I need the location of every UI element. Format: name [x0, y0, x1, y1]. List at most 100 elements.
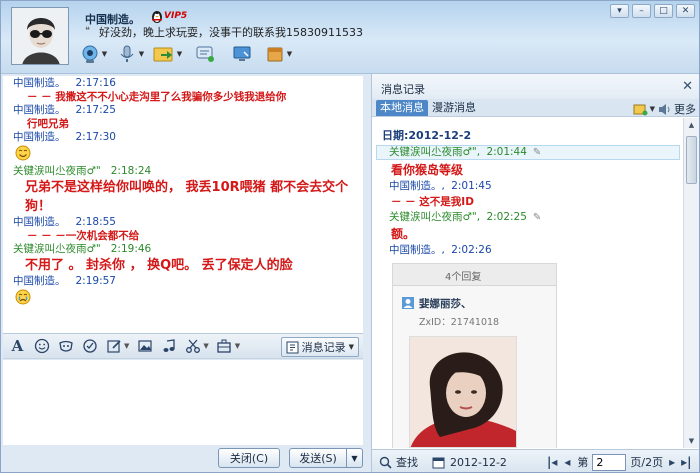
scroll-up-icon[interactable]: ▲ [684, 118, 699, 132]
dropdown-arrow-icon[interactable]: ▼ [235, 342, 240, 350]
message-sender[interactable]: 中国制造。 [13, 131, 66, 143]
scroll-down-icon[interactable]: ▼ [684, 434, 699, 448]
message-body: 行吧兄弟 [27, 118, 69, 130]
message-body: － － 我撒这不不小心走沟里了么我骗你多少钱我退给你 [27, 91, 287, 103]
send-options-button[interactable]: ▼ [346, 448, 363, 468]
message-body [13, 144, 357, 165]
send-bar: 关闭(C) 发送(S) ▼ [3, 445, 369, 472]
history-record-header[interactable]: 关键涙叫尐夜雨♂", 2:02:25 ✎ [372, 211, 682, 224]
message-header: 中国制造。 2:17:30 [13, 131, 357, 144]
shared-card[interactable]: 4个回复 婓娜丽莎、 ZxID：21741018 [392, 263, 557, 448]
close-history-icon[interactable]: ✕ [682, 79, 693, 94]
video-call-button[interactable]: ▼ [77, 42, 110, 66]
voice-call-button[interactable]: ▼ [114, 42, 147, 66]
message-sender[interactable]: 关键涙叫尐夜雨♂" [13, 243, 101, 255]
shake-icon [82, 339, 97, 353]
last-page-icon[interactable]: ▸| [681, 455, 691, 469]
history-record-list: 关键涙叫尐夜雨♂", 2:01:44 ✎ 看你猴岛等级 中国制造。, 2:01:45 －… [372, 145, 682, 257]
history-record-header[interactable]: 关键涙叫尐夜雨♂", 2:01:44 ✎ [376, 145, 680, 160]
page-prefix: 第 [577, 456, 589, 469]
group-chat-button[interactable] [188, 42, 221, 66]
history-scrollbar-thumb[interactable] [686, 136, 697, 184]
dropdown-arrow-icon[interactable]: ▼ [102, 50, 107, 58]
page-number-input[interactable] [592, 453, 627, 471]
dropdown-arrow-icon[interactable]: ▼ [287, 50, 292, 58]
history-title: 消息记录 [372, 74, 699, 99]
font-icon: A [11, 337, 24, 355]
search-button[interactable]: 查找 [396, 454, 418, 470]
record-sender: 关键涙叫尐夜雨♂" [389, 211, 477, 223]
edit-note-icon[interactable]: ✎ [533, 147, 541, 158]
date-selector[interactable]: 2012-12-2 [450, 456, 507, 469]
message-header: 中国制造。 2:18:55 [13, 216, 357, 229]
message-display[interactable]: 中国制造。 2:17:16 － － 我撒这不不小心走沟里了么我骗你多少钱我退给你 中国… [3, 76, 363, 333]
shake-window-button[interactable] [81, 338, 98, 355]
calendar-icon[interactable] [432, 456, 445, 469]
record-sender: 中国制造。 [389, 180, 442, 192]
dropdown-arrow-icon[interactable]: ▼ [177, 50, 182, 58]
dropdown-arrow-icon[interactable]: ▼ [650, 105, 655, 113]
apps-button[interactable]: ▼ [262, 42, 295, 66]
status-message: 好没劲，晚上求玩耍，没事干的联系我15830911533 [99, 26, 363, 39]
minimize-button[interactable]: – [632, 4, 651, 18]
maximize-button[interactable]: □ [654, 4, 673, 18]
close-button[interactable]: 关闭(C) [218, 448, 280, 468]
more-link[interactable]: 更多 [674, 101, 696, 117]
dropdown-arrow-icon[interactable]: ▼ [139, 50, 144, 58]
message-time: 2:17:25 [75, 104, 116, 116]
first-page-icon[interactable]: |◂ [547, 455, 557, 469]
music-button[interactable] [160, 338, 177, 355]
magic-emoticon-button[interactable] [57, 338, 74, 355]
settings-menu-button[interactable]: ▾ [610, 4, 629, 18]
send-image-button[interactable] [136, 338, 153, 355]
font-button[interactable]: A [9, 337, 26, 355]
maximize-icon: □ [659, 6, 668, 16]
smiley-icon [34, 338, 49, 354]
window-controls: ▾ – □ ✕ [610, 4, 695, 18]
record-body: 看你猴岛等级 [391, 163, 464, 177]
history-records[interactable]: 日期:2012-12-2 关键涙叫尐夜雨♂", 2:01:44 ✎ 看你猴岛等级 中国… [372, 118, 682, 448]
record-time: 2:02:26 [451, 244, 492, 256]
speaker-icon[interactable] [657, 103, 672, 116]
chat-bubble-icon [196, 46, 214, 62]
picture-icon[interactable] [633, 103, 648, 116]
image-icon [138, 340, 152, 352]
search-icon[interactable] [379, 456, 392, 469]
close-window-button[interactable]: ✕ [676, 4, 695, 18]
send-button[interactable]: 发送(S) [289, 448, 347, 468]
minimize-icon: – [639, 6, 644, 16]
message-history-button[interactable]: 消息记录 ▼ [280, 337, 359, 357]
handwriting-button[interactable] [105, 338, 122, 355]
close-icon: ✕ [681, 6, 690, 16]
history-scrollbar[interactable]: ▲ ▼ [683, 118, 699, 448]
screenshot-button[interactable] [184, 338, 201, 355]
edit-note-icon[interactable]: ✎ [533, 212, 541, 223]
message-sender[interactable]: 中国制造。 [13, 216, 66, 228]
tab-roaming-messages[interactable]: 漫游消息 [428, 100, 480, 116]
vip-badge[interactable]: VIP5 [151, 9, 187, 23]
tab-local-messages[interactable]: 本地消息 [376, 100, 428, 116]
contact-avatar[interactable] [11, 7, 69, 65]
dropdown-arrow-icon[interactable]: ▼ [124, 342, 129, 350]
remote-desktop-button[interactable] [225, 42, 258, 66]
file-transfer-icon [153, 47, 173, 62]
message-input[interactable] [3, 360, 363, 445]
emoticon-button[interactable] [33, 338, 50, 355]
history-record-header[interactable]: 中国制造。, 2:01:45 [372, 180, 682, 193]
message-sender[interactable]: 关键涙叫尐夜雨♂" [13, 165, 101, 177]
message-time: 2:17:16 [75, 77, 116, 89]
history-footer: 查找 2012-12-2 |◂ ◂ 第 页/2页 ▸ ▸| [372, 449, 699, 472]
prev-page-icon[interactable]: ◂ [564, 455, 570, 469]
card-photo [409, 336, 517, 448]
message-list: 中国制造。 2:17:16 － － 我撒这不不小心走沟里了么我骗你多少钱我退给你 中国… [3, 76, 363, 309]
history-record-header[interactable]: 中国制造。, 2:02:26 [372, 244, 682, 257]
message-sender[interactable]: 中国制造。 [13, 275, 66, 287]
crying-emoji-icon [15, 289, 31, 305]
dropdown-arrow-icon[interactable]: ▼ [203, 342, 208, 350]
more-tools-button[interactable] [216, 338, 233, 355]
send-file-button[interactable]: ▼ [151, 42, 184, 66]
next-page-icon[interactable]: ▸ [669, 455, 675, 469]
smile-emoji-icon [15, 145, 31, 161]
message-sender[interactable]: 中国制造。 [13, 104, 66, 116]
message-sender[interactable]: 中国制造。 [13, 77, 66, 89]
